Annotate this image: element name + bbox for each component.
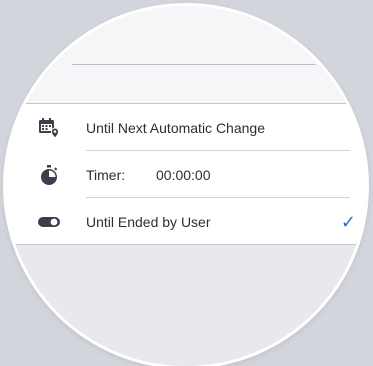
calendar-location-icon xyxy=(38,117,60,139)
checkmark-icon: ✓ xyxy=(340,211,356,232)
toggle-icon xyxy=(38,211,60,233)
option-label: Timer: xyxy=(86,166,126,183)
option-until-next-automatic-change[interactable]: Until Next Automatic Change xyxy=(6,104,366,151)
option-until-ended-by-user[interactable]: Until Ended by User ✓ xyxy=(6,198,366,245)
duration-option-list: Until Next Automatic Change Timer: 00:00… xyxy=(6,104,366,245)
option-timer[interactable]: Timer: 00:00:00 xyxy=(6,151,366,198)
header-divider xyxy=(72,64,316,65)
option-label: Until Ended by User xyxy=(86,213,211,230)
timer-value[interactable]: 00:00:00 xyxy=(156,167,211,183)
magnifier-lens: Until Next Automatic Change Timer: 00:00… xyxy=(6,6,366,366)
stopwatch-icon xyxy=(38,164,60,186)
option-label: Until Next Automatic Change xyxy=(86,119,265,136)
header-area xyxy=(6,6,366,103)
empty-area xyxy=(6,246,366,366)
list-bottom-divider xyxy=(6,244,366,245)
